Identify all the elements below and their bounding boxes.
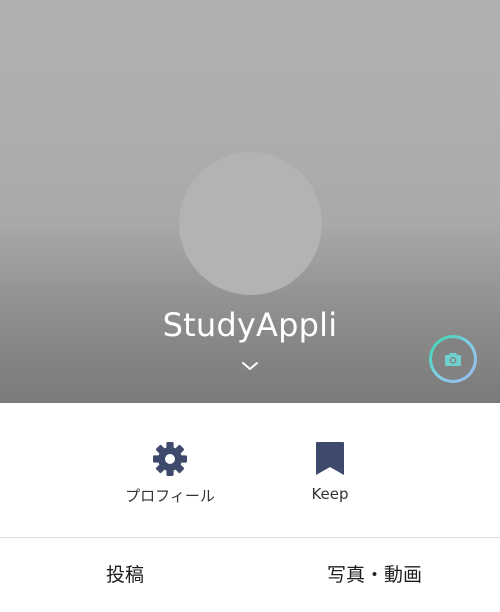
avatar[interactable] <box>179 152 322 295</box>
profile-name: StudyAppli <box>162 306 338 344</box>
bookmark-icon <box>316 442 344 475</box>
camera-icon <box>445 353 461 366</box>
profile-settings-button[interactable]: プロフィール <box>105 403 235 537</box>
profile-actions: プロフィール Keep <box>0 403 500 537</box>
change-cover-photo-button[interactable] <box>429 335 477 383</box>
profile-settings-label: プロフィール <box>125 487 215 505</box>
content-tabs: 投稿 写真・動画 <box>0 538 500 612</box>
keep-label: Keep <box>311 485 349 503</box>
tab-photos-videos[interactable]: 写真・動画 <box>327 538 422 612</box>
cover-image[interactable]: StudyAppli <box>0 0 500 403</box>
chevron-down-icon[interactable] <box>241 360 259 372</box>
gear-icon <box>153 442 187 476</box>
tab-posts[interactable]: 投稿 <box>106 538 144 612</box>
profile-screen: StudyAppli プロフィール Keep 投稿 写真・動画 <box>0 0 500 612</box>
keep-button[interactable]: Keep <box>265 403 395 537</box>
